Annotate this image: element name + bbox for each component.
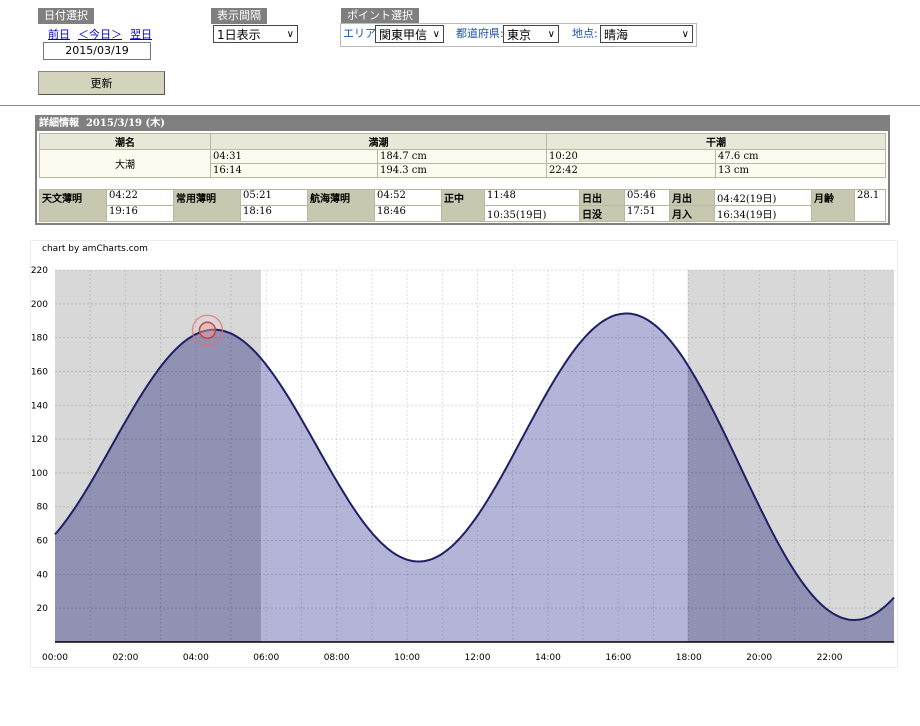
y-tick-label: 220	[31, 266, 48, 276]
y-tick-label: 80	[37, 503, 49, 513]
x-tick-label: 08:00	[324, 653, 350, 663]
x-tick-label: 00:00	[42, 653, 68, 663]
y-tick-label: 140	[31, 401, 48, 411]
x-tick-label: 06:00	[253, 653, 279, 663]
y-tick-label: 60	[37, 537, 49, 547]
x-tick-label: 20:00	[746, 653, 772, 663]
x-tick-label: 18:00	[676, 653, 702, 663]
x-tick-label: 22:00	[817, 653, 843, 663]
x-tick-label: 02:00	[112, 653, 138, 663]
x-tick-label: 12:00	[465, 653, 491, 663]
y-tick-label: 40	[37, 570, 49, 580]
y-tick-label: 20	[37, 604, 49, 614]
y-tick-label: 200	[31, 300, 48, 310]
y-tick-label: 160	[31, 367, 48, 377]
x-tick-label: 10:00	[394, 653, 420, 663]
y-tick-label: 180	[31, 334, 48, 344]
cursor-marker-inner	[198, 321, 217, 340]
tide-chart: 20 40 60 80 100 120 140 160 180 200 220 00:00 02:00 0…	[31, 266, 895, 663]
y-tick-label: 120	[31, 435, 48, 445]
y-tick-label: 100	[31, 469, 48, 479]
x-tick-label: 04:00	[183, 653, 209, 663]
x-tick-label: 14:00	[535, 653, 561, 663]
x-tick-label: 16:00	[605, 653, 631, 663]
